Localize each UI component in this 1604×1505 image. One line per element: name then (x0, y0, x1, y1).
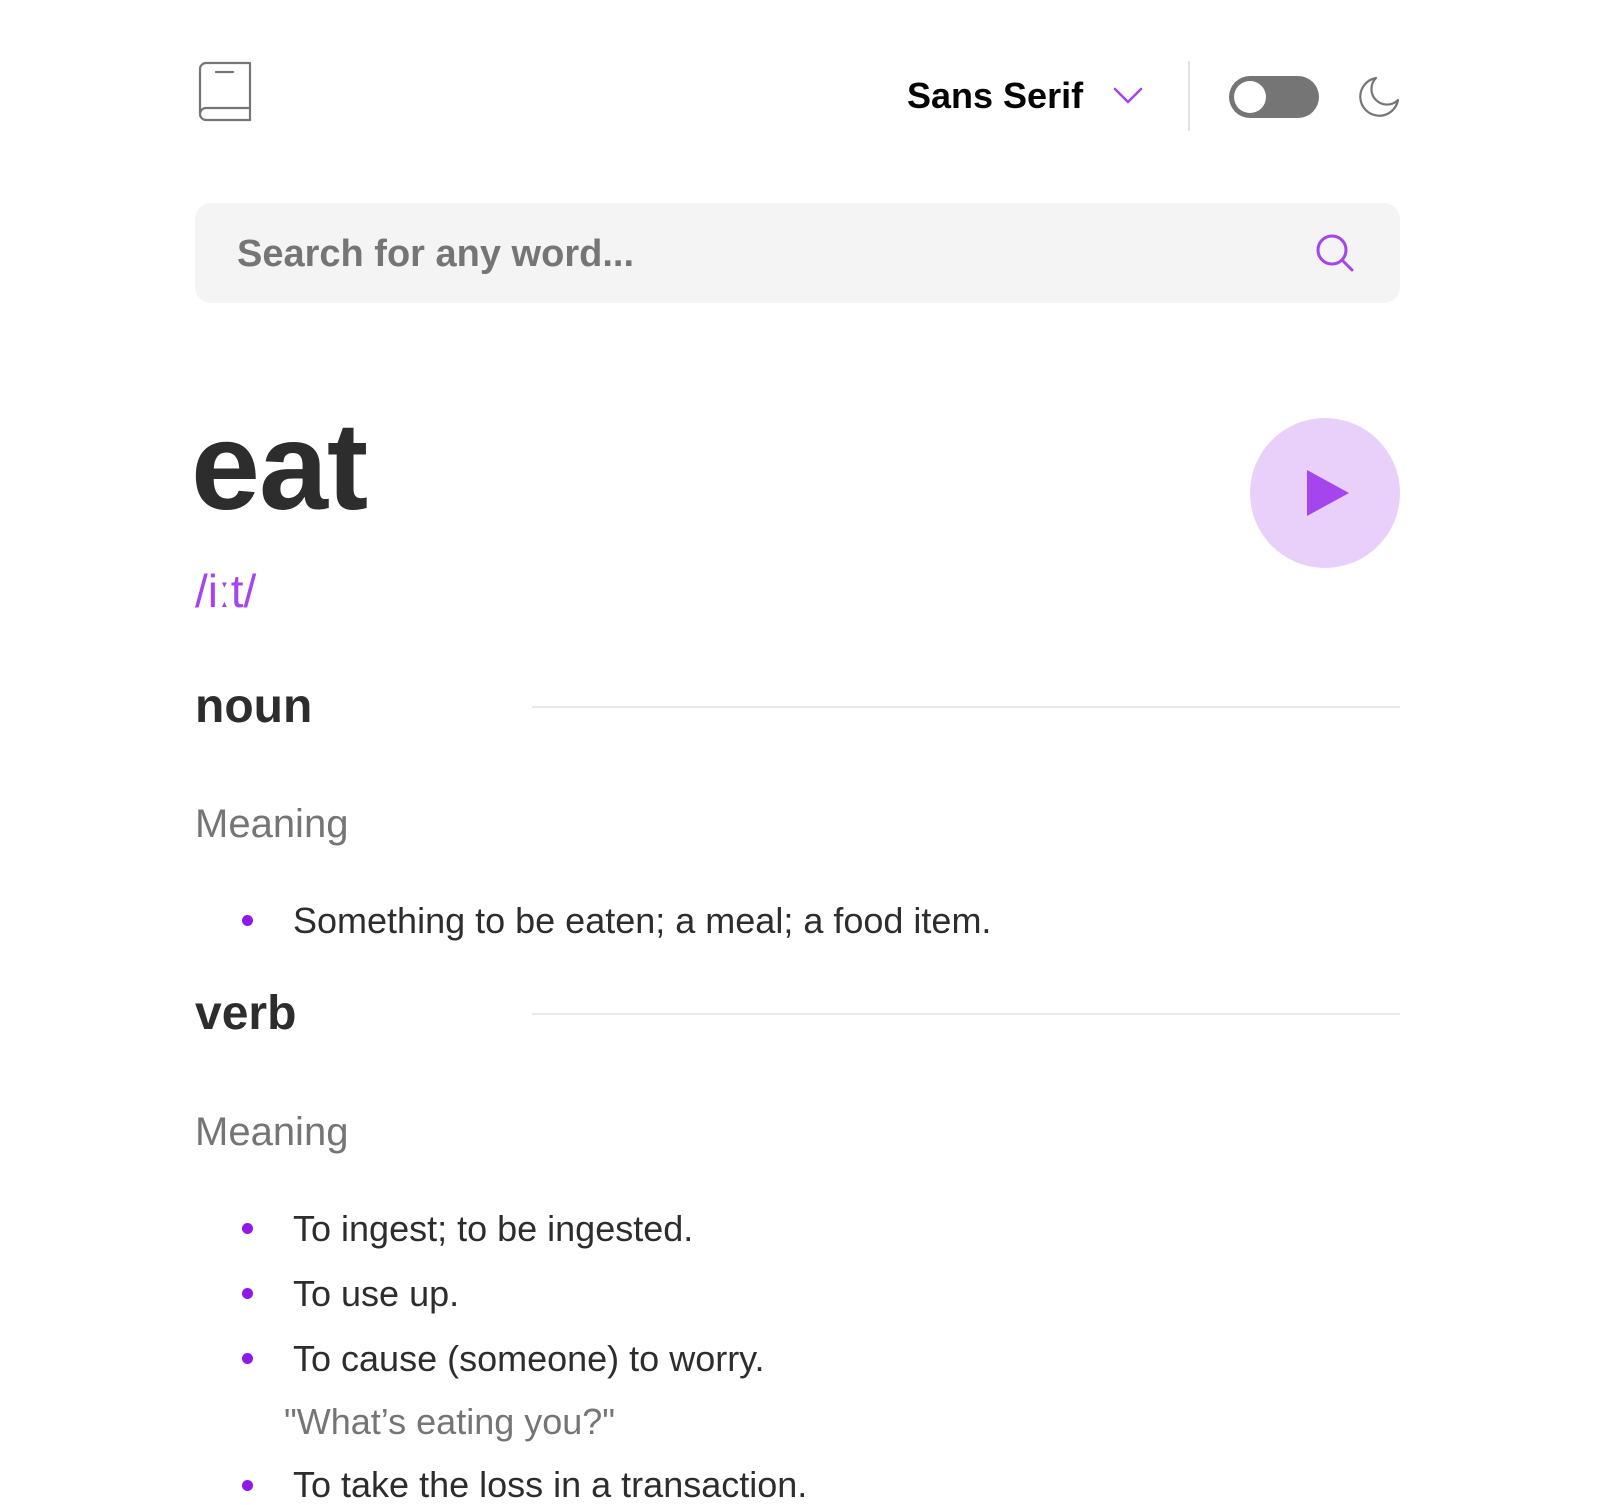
theme-toggle[interactable] (1229, 76, 1319, 118)
search-bar (195, 203, 1400, 305)
dictionary-page: Sans Serif eat /iːt/ noun Meaning Someth… (191, 0, 1400, 1503)
phonetic-text: /iːt/ (195, 565, 257, 617)
list-bullet (242, 1480, 253, 1491)
header: Sans Serif (195, 58, 1400, 138)
book-icon[interactable] (198, 61, 253, 123)
meaning-heading: Meaning (195, 1110, 349, 1154)
section-divider (532, 706, 1400, 708)
moon-icon[interactable] (1358, 76, 1400, 118)
definition-item: To use up. (293, 1273, 460, 1314)
definition-item: To ingest; to be ingested. (293, 1208, 694, 1249)
font-family-label: Sans Serif (907, 75, 1084, 116)
part-of-speech-noun: noun (195, 680, 313, 733)
list-bullet (242, 1223, 253, 1234)
toggle-knob (1234, 81, 1266, 113)
word-title: eat (191, 398, 368, 536)
definition-item: To cause (someone) to worry. (293, 1338, 765, 1379)
definition-item: Something to be eaten; a meal; a food it… (293, 900, 992, 941)
list-bullet (242, 915, 253, 926)
play-icon (1307, 470, 1349, 516)
header-divider (1188, 61, 1190, 131)
search-input[interactable] (235, 203, 1279, 305)
list-bullet (242, 1353, 253, 1364)
meaning-heading: Meaning (195, 802, 349, 846)
list-bullet (242, 1288, 253, 1299)
search-icon[interactable] (1315, 233, 1355, 273)
part-of-speech-verb: verb (195, 987, 297, 1040)
play-audio-button[interactable] (1250, 418, 1400, 568)
section-divider (532, 1013, 1400, 1015)
definition-item: To take the loss in a transaction. (293, 1464, 808, 1505)
definition-example: "What’s eating you?" (284, 1401, 616, 1442)
font-family-dropdown[interactable]: Sans Serif (907, 75, 1143, 116)
chevron-down-icon (1113, 87, 1143, 104)
